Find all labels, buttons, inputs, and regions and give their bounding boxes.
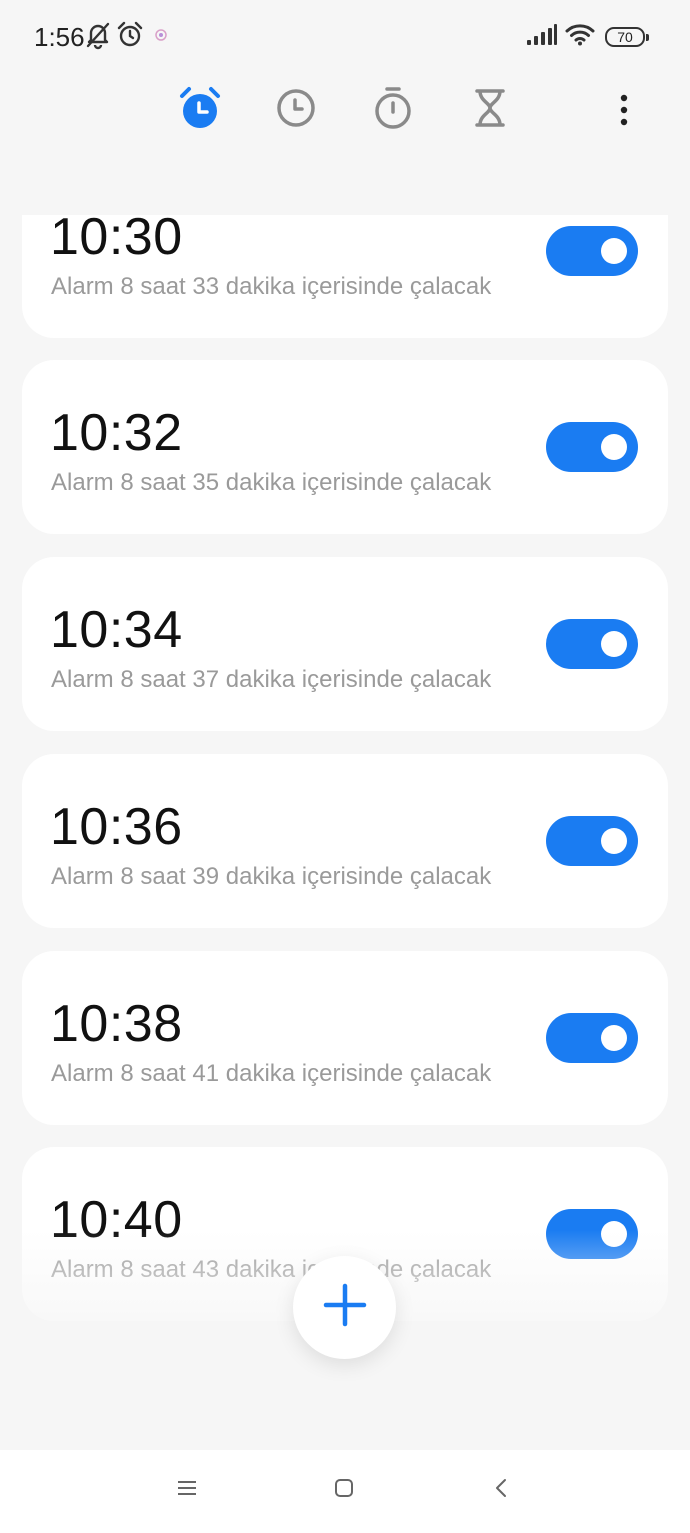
menu-icon <box>176 1479 198 1502</box>
back-button[interactable] <box>481 1470 521 1510</box>
more-vertical-icon <box>619 94 629 131</box>
alarm-item[interactable]: 10:38 Alarm 8 saat 41 dakika içerisinde … <box>22 951 668 1125</box>
alarm-time: 10:30 <box>50 215 183 266</box>
alarm-toggle[interactable] <box>546 226 638 276</box>
signal-icon <box>526 24 558 51</box>
alarm-countdown-text: Alarm 8 saat 37 dakika içerisinde çalaca… <box>51 666 492 693</box>
alarm-icon <box>116 20 144 55</box>
alarm-time: 10:34 <box>50 601 183 659</box>
more-options-button[interactable] <box>606 84 642 140</box>
status-bar: 1:56 70 <box>0 0 690 74</box>
alarm-time: 10:36 <box>50 798 183 856</box>
plus-icon <box>323 1283 367 1332</box>
clock-app-screen: 1:56 70 10:30 Alarm 8 saat 33 dakika içe… <box>0 0 690 1533</box>
alarm-countdown-text: Alarm 8 saat 33 dakika içerisinde çalaca… <box>51 273 492 300</box>
home-square-icon <box>333 1477 355 1504</box>
notification-dot-icon <box>154 28 168 47</box>
alarm-list[interactable]: 10:30 Alarm 8 saat 33 dakika içerisinde … <box>0 215 690 1355</box>
alarm-toggle[interactable] <box>546 1209 638 1259</box>
add-alarm-button[interactable] <box>293 1256 396 1359</box>
stopwatch-icon <box>372 86 414 135</box>
tab-timer[interactable] <box>462 80 518 140</box>
alarm-toggle[interactable] <box>546 1013 638 1063</box>
status-time: 1:56 <box>34 22 85 52</box>
alarm-toggle[interactable] <box>546 422 638 472</box>
alarm-clock-icon <box>177 85 223 136</box>
tab-alarm[interactable] <box>172 80 228 140</box>
wifi-icon <box>565 22 595 51</box>
recent-apps-button[interactable] <box>167 1470 207 1510</box>
alarm-toggle[interactable] <box>546 816 638 866</box>
alarm-time: 10:40 <box>50 1191 183 1249</box>
alarm-time: 10:38 <box>50 995 183 1053</box>
bell-off-icon <box>84 20 112 55</box>
system-nav-bar <box>0 1450 690 1533</box>
alarm-item[interactable]: 10:34 Alarm 8 saat 37 dakika içerisinde … <box>22 557 668 731</box>
alarm-toggle[interactable] <box>546 619 638 669</box>
alarm-item[interactable]: 10:36 Alarm 8 saat 39 dakika içerisinde … <box>22 754 668 928</box>
alarm-item[interactable]: 10:30 Alarm 8 saat 33 dakika içerisinde … <box>22 215 668 338</box>
tab-stopwatch[interactable] <box>365 80 421 140</box>
alarm-time: 10:32 <box>50 404 183 462</box>
alarm-countdown-text: Alarm 8 saat 39 dakika içerisinde çalaca… <box>51 863 492 890</box>
battery-icon: 70 <box>605 27 649 47</box>
clock-icon <box>275 87 317 134</box>
alarm-countdown-text: Alarm 8 saat 41 dakika içerisinde çalaca… <box>51 1060 492 1087</box>
hourglass-icon <box>472 87 508 134</box>
back-chevron-icon <box>493 1477 509 1504</box>
battery-level: 70 <box>617 29 633 45</box>
top-nav <box>0 80 690 144</box>
alarm-countdown-text: Alarm 8 saat 43 dakika içerisinde çalaca… <box>51 1256 492 1283</box>
tab-world-clock[interactable] <box>268 80 324 140</box>
alarm-item[interactable]: 10:32 Alarm 8 saat 35 dakika içerisinde … <box>22 360 668 534</box>
alarm-countdown-text: Alarm 8 saat 35 dakika içerisinde çalaca… <box>51 469 492 496</box>
home-button[interactable] <box>324 1470 364 1510</box>
